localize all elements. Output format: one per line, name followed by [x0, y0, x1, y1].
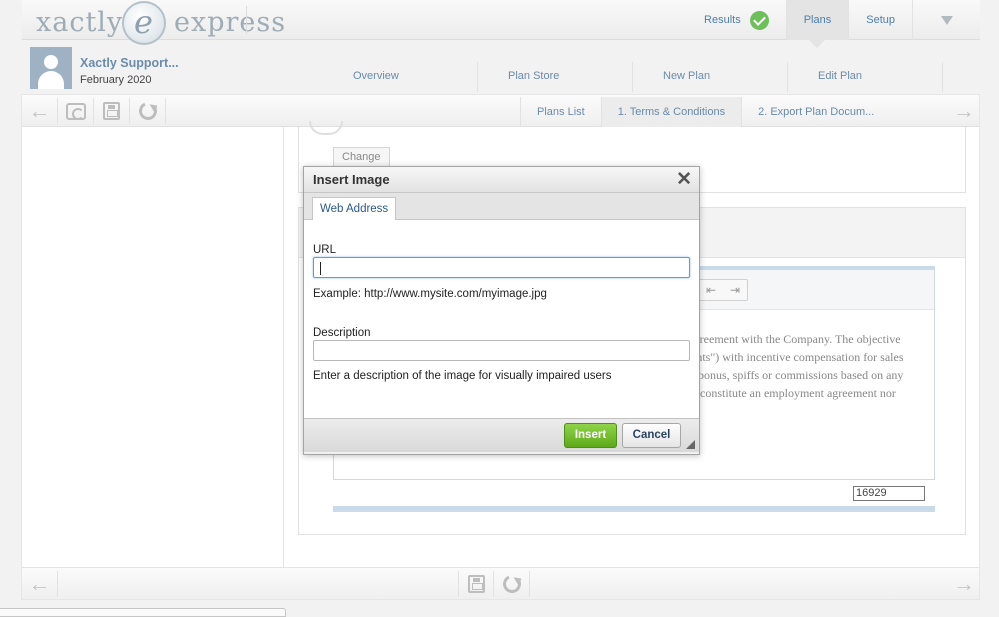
arrow-left-icon: ← [28, 98, 51, 123]
tab-plans-list[interactable]: Plans List [520, 97, 601, 127]
arrow-right-icon: → [953, 571, 975, 596]
avatar-head-shape [44, 55, 58, 69]
dialog-titlebar[interactable]: Insert Image ✕ [304, 167, 699, 193]
tab-export-plan-documents[interactable]: 2. Export Plan Docum... [741, 97, 890, 127]
text-caret [320, 262, 321, 275]
save-button[interactable] [94, 98, 130, 124]
arrow-left-icon: ← [28, 571, 51, 596]
user-date: February 2020 [80, 74, 152, 86]
refresh-icon [135, 99, 160, 123]
nav-results[interactable]: Results [687, 0, 786, 40]
logo-text-right: express [174, 7, 287, 38]
top-header: xactly e express Results Plans Setup [22, 0, 980, 48]
description-label: Description [313, 327, 371, 339]
indent-icon[interactable]: ⇥ [723, 280, 747, 300]
primary-tabs: Overview Plan Store New Plan Edit Plan [323, 62, 943, 92]
description-help-text: Enter a description of the image for vis… [313, 370, 612, 382]
cancel-button[interactable]: Cancel [622, 423, 681, 448]
align-buttons: ⇤ ⇥ [698, 279, 748, 301]
url-example-text: Example: http://www.mysite.com/myimage.j… [313, 288, 547, 300]
check-icon [749, 10, 769, 30]
tab-edit-plan[interactable]: Edit Plan [788, 62, 943, 92]
nav-results-label: Results [704, 14, 741, 26]
bottom-refresh-button[interactable] [494, 571, 530, 597]
url-input[interactable] [313, 257, 690, 278]
change-button[interactable]: Change [333, 147, 390, 167]
top-toolbar: ← Plans List 1. Terms & Conditions 2. Ex… [22, 95, 979, 127]
description-input[interactable] [313, 340, 690, 361]
nav-setup[interactable]: Setup [848, 0, 912, 40]
chevron-down-icon [940, 15, 953, 25]
logo-e-mark: e [122, 1, 166, 45]
nav-plans[interactable]: Plans [785, 0, 849, 48]
avatar-body-shape [38, 71, 64, 89]
left-column [22, 127, 284, 567]
header-divider [246, 6, 247, 34]
save-icon [103, 102, 120, 120]
dialog-title: Insert Image [313, 172, 390, 187]
logo-text-left: xactly [36, 7, 124, 38]
recycle-button[interactable] [58, 98, 94, 124]
bottom-toolbar: ← → [22, 567, 979, 599]
tab-terms-conditions[interactable]: 1. Terms & Conditions [600, 97, 742, 127]
horizontal-scrollbar[interactable] [0, 608, 286, 617]
avatar[interactable] [30, 47, 72, 89]
insert-image-dialog: Insert Image ✕ Web Address URL Example: … [303, 166, 700, 455]
user-name[interactable]: Xactly Support... [80, 56, 179, 70]
arrow-right-icon: → [953, 98, 975, 123]
save-icon [467, 575, 485, 593]
character-counter: 16929 [853, 486, 925, 501]
tab-overview[interactable]: Overview [323, 62, 478, 92]
tab-web-address[interactable]: Web Address [312, 197, 397, 221]
dialog-tabs: Web Address [304, 193, 699, 221]
refresh-icon [499, 572, 524, 596]
nav-menu-dropdown[interactable] [912, 0, 980, 40]
refresh-button[interactable] [130, 98, 166, 124]
recycle-icon [65, 102, 86, 120]
bottom-save-button[interactable] [458, 571, 494, 597]
url-label: URL [313, 244, 337, 256]
close-icon[interactable]: ✕ [676, 169, 692, 191]
editor-footer-bar [333, 506, 935, 512]
tab-plan-store[interactable]: Plan Store [478, 62, 633, 92]
dialog-footer: Insert Cancel [304, 418, 699, 452]
dialog-body: URL Example: http://www.mysite.com/myima… [304, 220, 699, 418]
nav-setup-label: Setup [866, 14, 895, 26]
bottom-forward-button[interactable]: → [953, 571, 975, 597]
insert-button[interactable]: Insert [564, 423, 617, 448]
bottom-back-button[interactable]: ← [22, 571, 58, 597]
back-button[interactable]: ← [22, 98, 58, 124]
nav-plans-label: Plans [803, 14, 832, 26]
forward-button[interactable]: → [953, 98, 975, 124]
image-placeholder-circle [309, 121, 343, 135]
secondary-tabs: Plans List 1. Terms & Conditions 2. Expo… [520, 97, 890, 127]
outdent-icon[interactable]: ⇤ [699, 280, 723, 300]
tab-new-plan[interactable]: New Plan [633, 62, 788, 92]
resize-handle-icon[interactable] [686, 440, 695, 449]
user-info: Xactly Support... February 2020 [30, 47, 290, 89]
top-nav: Results Plans Setup [687, 0, 980, 48]
